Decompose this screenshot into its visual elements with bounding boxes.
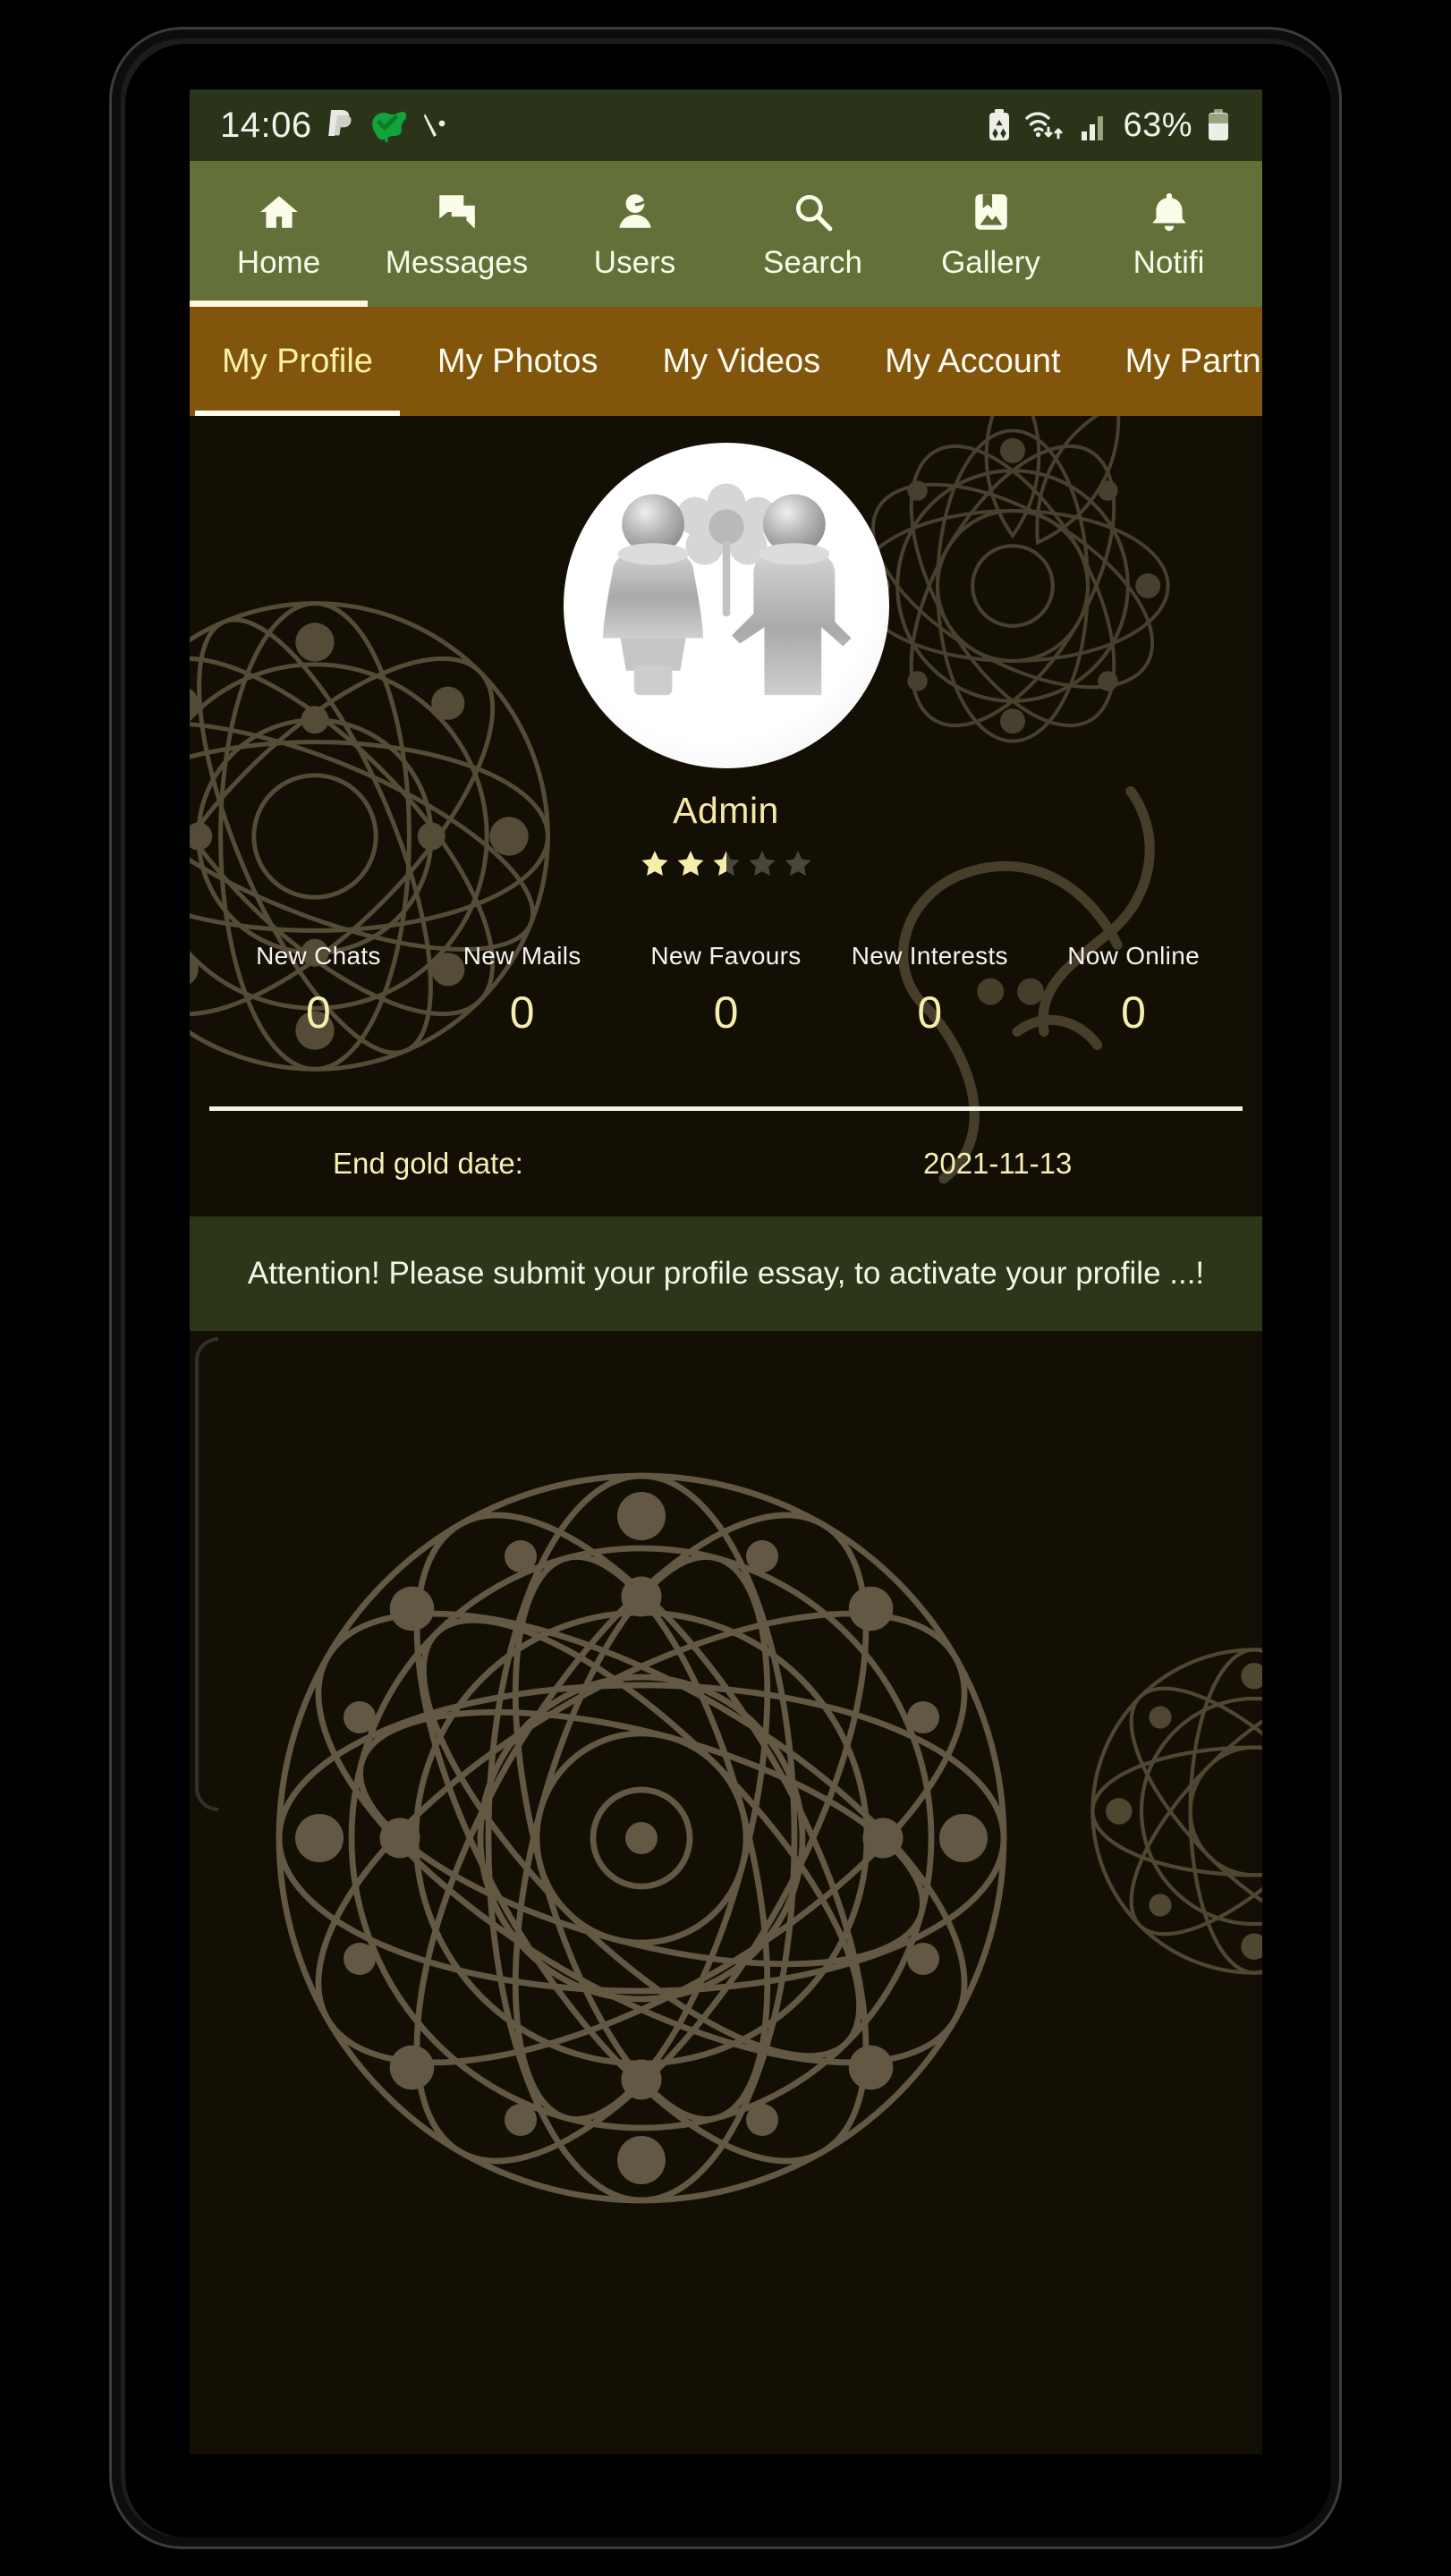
stats-row: New Chats 0 New Mails 0 New Favours 0 Ne…	[190, 926, 1262, 1096]
stat-new-favours[interactable]: New Favours 0	[624, 942, 828, 1035]
stat-new-interests[interactable]: New Interests 0	[827, 942, 1031, 1035]
nav-label-search: Search	[763, 245, 862, 280]
stat-label-now-online: Now Online	[1067, 942, 1200, 970]
nav-item-home[interactable]: Home	[190, 161, 368, 307]
stat-new-mails[interactable]: New Mails 0	[420, 942, 624, 1035]
couple-with-flower-avatar-icon	[602, 483, 852, 696]
status-clock: 14:06	[220, 105, 312, 145]
status-bar: 14:06 63%	[190, 89, 1262, 161]
chat-icon	[435, 190, 479, 234]
tab-my-partner[interactable]: My Partner	[1093, 307, 1262, 416]
tab-my-photos[interactable]: My Photos	[405, 307, 631, 416]
stat-label-new-favours: New Favours	[650, 942, 802, 970]
star-empty-5	[785, 851, 810, 877]
signal-bars-icon	[1082, 116, 1104, 140]
phone-screen: 14:06 63% Home Messages Users Search Gal…	[190, 89, 1262, 2454]
australia-check-icon	[371, 112, 406, 142]
paypal-icon	[327, 110, 352, 136]
nav-label-gallery: Gallery	[941, 245, 1040, 280]
profile-tab-bar[interactable]: My Profile My Photos My Videos My Accoun…	[190, 307, 1262, 416]
stat-label-new-chats: New Chats	[256, 942, 381, 970]
profile-display-name: Admin	[673, 790, 779, 831]
person-icon	[613, 190, 658, 234]
stat-new-chats[interactable]: New Chats 0	[216, 942, 420, 1035]
battery-percent-label: 63%	[1123, 106, 1192, 144]
profile-content: Admin New Chats 0 New Mails 0 New Favour…	[190, 416, 1262, 2454]
left-edge-rail	[195, 1337, 218, 1811]
gold-date-label: End gold date:	[333, 1147, 523, 1180]
profile-hero: Admin	[190, 416, 1262, 926]
stat-value-now-online: 0	[1121, 987, 1146, 1038]
status-bar-right: 63%	[987, 106, 1232, 145]
attention-banner[interactable]: Attention! Please submit your profile es…	[190, 1216, 1262, 1331]
nav-label-notifications: Notifi	[1133, 245, 1205, 280]
bell-icon	[1147, 190, 1192, 234]
tab-my-profile[interactable]: My Profile	[190, 307, 405, 416]
stat-value-new-chats: 0	[305, 987, 331, 1038]
wifi-icon	[1025, 112, 1063, 140]
nav-item-gallery[interactable]: Gallery	[902, 161, 1080, 307]
gold-date-row: End gold date: 2021-11-13	[190, 1111, 1262, 1216]
nav-item-users[interactable]: Users	[546, 161, 724, 307]
star-filled-2	[677, 851, 703, 877]
stat-now-online[interactable]: Now Online 0	[1031, 942, 1235, 1035]
stat-label-new-mails: New Mails	[462, 942, 581, 970]
avatar[interactable]	[563, 443, 889, 768]
status-bar-left: 14:06	[220, 106, 448, 146]
star-filled-1	[641, 851, 667, 877]
top-navigation-bar[interactable]: Home Messages Users Search Gallery Notif…	[190, 161, 1262, 307]
tab-my-account[interactable]: My Account	[853, 307, 1092, 416]
nav-item-search[interactable]: Search	[724, 161, 902, 307]
tab-my-videos[interactable]: My Videos	[630, 307, 853, 416]
stat-value-new-mails: 0	[509, 987, 535, 1038]
gold-date-value: 2021-11-13	[923, 1147, 1073, 1180]
nav-label-users: Users	[593, 245, 676, 280]
gallery-icon	[969, 190, 1014, 234]
stylus-icon	[423, 114, 445, 137]
mandala-decoration-main	[276, 1472, 1007, 2204]
stat-value-new-interests: 0	[917, 987, 943, 1038]
profile-rating[interactable]	[190, 849, 1262, 879]
battery-icon	[1209, 109, 1228, 140]
mandala-decoration-right	[1090, 1648, 1262, 1975]
stat-value-new-favours: 0	[713, 987, 739, 1038]
nav-item-notifications[interactable]: Notifi	[1080, 161, 1258, 307]
home-icon	[257, 190, 301, 234]
nav-label-messages: Messages	[385, 245, 529, 280]
star-half-3	[713, 851, 739, 877]
nav-label-home: Home	[236, 245, 321, 280]
search-icon	[791, 190, 836, 234]
stat-label-new-interests: New Interests	[851, 942, 1008, 970]
attention-message: Attention! Please submit your profile es…	[247, 1255, 1205, 1291]
battery-saver-icon	[989, 109, 1010, 140]
nav-item-messages[interactable]: Messages	[368, 161, 546, 307]
star-empty-4	[749, 851, 775, 877]
